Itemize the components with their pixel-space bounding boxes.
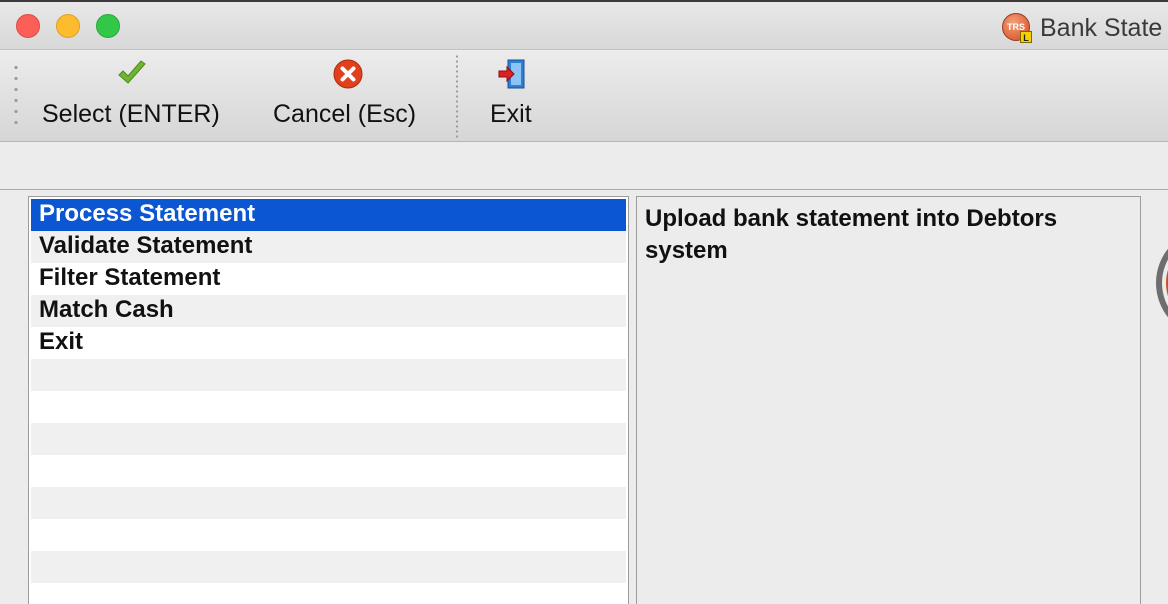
empty-list-row: [31, 423, 626, 455]
app-logo-icon: TRS L: [1002, 13, 1032, 43]
app-logo-badge: L: [1020, 31, 1032, 43]
description-panel: Upload bank statement into Debtors syste…: [636, 196, 1141, 604]
empty-list-row: [31, 359, 626, 391]
status-strip: [0, 142, 1168, 190]
title-bar: TRS L Bank State: [0, 0, 1168, 50]
menu-item[interactable]: Process Statement: [31, 199, 626, 231]
window-title: Bank State: [1040, 14, 1163, 42]
maximize-window-button[interactable]: [96, 14, 120, 38]
description-text: Upload bank statement into Debtors syste…: [645, 205, 1058, 264]
select-button-label: Select (ENTER): [42, 100, 220, 128]
empty-list-row: [31, 551, 626, 583]
menu-item[interactable]: Validate Statement: [31, 231, 626, 263]
minimize-window-button[interactable]: [56, 14, 80, 38]
toolbar-separator: [456, 54, 458, 138]
empty-list-row: [31, 391, 626, 423]
exit-door-icon: [498, 59, 525, 89]
empty-list-row: [31, 583, 626, 604]
menu-item[interactable]: Filter Statement: [31, 263, 626, 295]
menu-list[interactable]: Process Statement Validate Statement Filte…: [29, 197, 628, 604]
app-window: TRS L Bank State Select (ENTER) Cancel (…: [0, 0, 1168, 604]
empty-list-row: [31, 487, 626, 519]
exit-button[interactable]: Exit: [478, 50, 548, 140]
checkmark-icon: [118, 60, 146, 84]
empty-list-row: [31, 455, 626, 487]
empty-list-row: [31, 519, 626, 551]
select-button[interactable]: Select (ENTER): [30, 50, 240, 140]
cancel-button[interactable]: Cancel (Esc): [262, 50, 438, 140]
cancel-button-label: Cancel (Esc): [273, 100, 417, 128]
close-window-button[interactable]: [16, 14, 40, 38]
menu-item[interactable]: Match Cash: [31, 295, 626, 327]
cancel-icon: [333, 59, 363, 89]
toolbar: Select (ENTER) Cancel (Esc) Exit: [0, 50, 1168, 142]
exit-button-label: Exit: [490, 100, 532, 128]
menu-item[interactable]: Exit: [31, 327, 626, 359]
toolbar-grip[interactable]: [14, 62, 18, 132]
menu-list-panel[interactable]: Process Statement Validate Statement Filte…: [28, 196, 629, 604]
